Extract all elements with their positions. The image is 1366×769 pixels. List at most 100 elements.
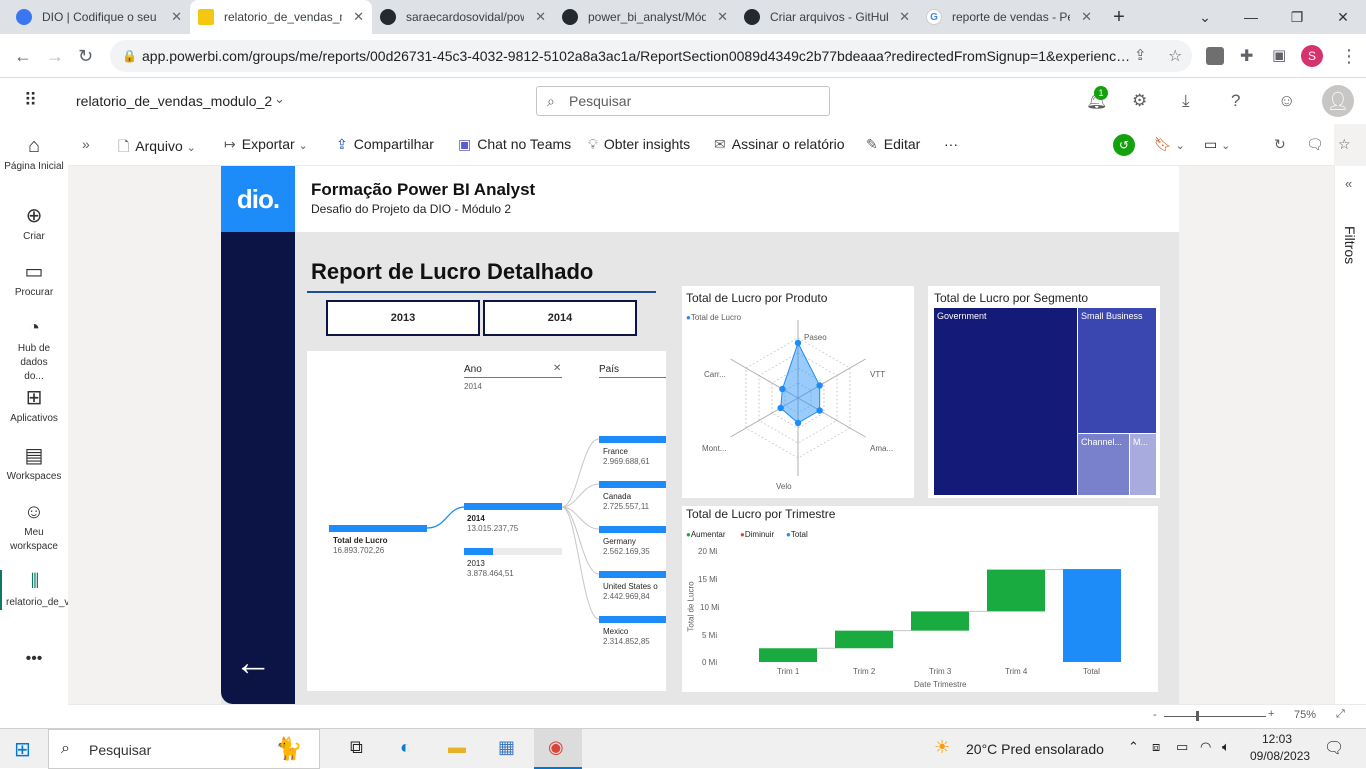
country-bar[interactable] — [599, 571, 666, 578]
zoom-out-icon[interactable]: - — [1153, 709, 1157, 721]
more-options-icon[interactable]: ··· — [944, 136, 958, 152]
treemap-chart[interactable]: Total de Lucro por Segmento Government S… — [928, 286, 1160, 498]
waterfall-chart[interactable]: Total de Lucro por Trimestre ●Aumentar ●… — [682, 506, 1158, 692]
extensions-puzzle-icon[interactable]: ✚ — [1240, 46, 1253, 66]
collapse-chevron-icon[interactable]: « — [1345, 176, 1352, 191]
minimize-button[interactable]: — — [1228, 0, 1274, 34]
nav-my-workspace[interactable]: ☺ Meu workspace — [0, 500, 68, 554]
back-arrow-icon[interactable]: ← — [234, 643, 272, 683]
year-2014-button[interactable]: 2014 — [483, 300, 637, 336]
radar-chart[interactable]: Total de Lucro por Produto ●Total de Luc… — [682, 286, 914, 498]
task-view-icon[interactable]: ⧉ — [350, 737, 363, 758]
search-input[interactable]: ⌕ Pesquisar — [536, 86, 830, 116]
close-tab-icon[interactable]: ✕ — [1081, 9, 1092, 25]
browser-menu-icon[interactable]: ⋮ — [1340, 46, 1358, 67]
chevron-down-icon[interactable]: ⌄ — [274, 91, 285, 107]
comment-icon[interactable]: 🗨︎ — [1306, 136, 1324, 153]
feedback-smiley-icon[interactable]: ☺ — [1278, 91, 1295, 111]
zoom-thumb[interactable] — [1196, 711, 1199, 721]
file-explorer-icon[interactable]: ▬ — [448, 737, 466, 758]
refresh-icon[interactable]: ↻ — [1274, 136, 1286, 153]
clear-filter-icon[interactable]: ✕ — [553, 363, 561, 374]
reload-icon[interactable]: ↻ — [78, 46, 93, 67]
decomposition-tree[interactable]: Ano ✕ 2014 País Total de Lucro 16.893.70… — [307, 351, 666, 691]
weather-text[interactable]: 20°C Pred ensolarado — [966, 741, 1104, 757]
network-icon[interactable]: ▭ — [1176, 739, 1188, 755]
chrome-taskbar-button[interactable]: ◉ — [534, 729, 582, 769]
settings-gear-icon[interactable]: ⚙ — [1132, 91, 1147, 111]
browser-tab-6[interactable]: Greporte de vendas - Pesquisa✕ — [918, 0, 1100, 34]
nav-workspaces[interactable]: ▤ Workspaces — [0, 444, 68, 484]
zoom-slider[interactable] — [1164, 716, 1266, 717]
close-window-button[interactable]: ✕ — [1320, 0, 1366, 34]
teams-chat-button[interactable]: ▣ Chat no Teams — [458, 136, 571, 153]
favorite-star-icon[interactable]: ☆ — [1338, 136, 1351, 153]
profile-avatar[interactable]: S — [1301, 45, 1323, 67]
country-bar[interactable] — [599, 616, 666, 623]
close-tab-icon[interactable]: ✕ — [171, 9, 182, 25]
close-tab-icon[interactable]: ✕ — [535, 9, 546, 25]
browser-tab-1[interactable]: DIO | Codifique o seu futuro✕ — [8, 0, 190, 34]
treemap-tile-small-business[interactable]: Small Business — [1078, 308, 1156, 433]
nav-data-hub[interactable]: ◔ Hub de dados do... — [0, 316, 68, 384]
edge-icon[interactable]: ◐ — [400, 737, 411, 758]
browser-tab-5[interactable]: Criar arquivos - GitHub ✕ — [736, 0, 918, 34]
help-icon[interactable]: ? — [1231, 91, 1240, 111]
nav-apps[interactable]: ⊞ Aplicativos — [0, 386, 68, 426]
country-bar[interactable] — [599, 436, 666, 443]
browser-tab-3[interactable]: saraecardosovidal/power_bi✕ — [372, 0, 554, 34]
browser-tab-2[interactable]: relatorio_de_vendas_modulo_2✕ — [190, 0, 372, 34]
side-panel-icon[interactable]: ▣ — [1272, 46, 1286, 64]
app-launcher-icon[interactable]: ⠿ — [24, 90, 38, 111]
account-avatar[interactable]: 👤︎ — [1322, 85, 1354, 117]
download-icon[interactable]: ⤓ — [1182, 91, 1190, 111]
more-options-icon[interactable]: ••• — [0, 651, 68, 667]
country-bar[interactable] — [599, 481, 666, 488]
reset-icon[interactable]: ↺ — [1113, 134, 1135, 156]
edit-button[interactable]: ✎ Editar — [866, 136, 920, 153]
export-menu-button[interactable]: ↦ Exportar ⌄ — [224, 136, 308, 153]
store-icon[interactable]: ▦ — [498, 737, 515, 758]
country-bar[interactable] — [599, 526, 666, 533]
year-2013-bar-track[interactable] — [464, 548, 562, 555]
fit-page-icon[interactable]: ⤢ — [1336, 708, 1345, 721]
browser-tab-4[interactable]: power_bi_analyst/Módulo 2✕ — [554, 0, 736, 34]
close-tab-icon[interactable]: ✕ — [717, 9, 728, 25]
new-tab-button[interactable]: + — [1096, 0, 1142, 34]
close-tab-icon[interactable]: ✕ — [353, 9, 364, 25]
bookmark-star-icon[interactable]: ☆ — [1168, 46, 1182, 66]
wifi-icon[interactable]: ◠ — [1200, 739, 1211, 755]
back-icon[interactable]: ← — [14, 46, 32, 67]
file-menu-button[interactable]: 🗋 Arquivo ⌄ — [118, 136, 196, 160]
extension-m-icon[interactable] — [1206, 47, 1224, 65]
share-icon[interactable]: ⇪ — [1134, 46, 1147, 64]
subscribe-button[interactable]: ✉ Assinar o relatório — [714, 136, 845, 153]
treemap-tile-government[interactable]: Government — [934, 308, 1077, 495]
view-icon[interactable]: ▭ ⌄ — [1204, 136, 1230, 153]
expand-chevron-icon[interactable]: » — [82, 136, 90, 152]
restore-button[interactable]: ❐ — [1274, 0, 1320, 34]
forward-icon[interactable]: → — [46, 46, 64, 67]
get-insights-button[interactable]: 💡︎ Obter insights — [588, 136, 690, 153]
nav-home[interactable]: ⌂ Página Inicial — [0, 134, 68, 174]
tray-icon[interactable]: ⧈ — [1152, 739, 1160, 755]
report-name[interactable]: relatorio_de_vendas_modulo_2 — [76, 93, 272, 109]
treemap-tile-midmarket[interactable]: M... — [1130, 434, 1156, 495]
tab-search-icon[interactable]: ⌄ — [1182, 0, 1228, 34]
nav-current-report[interactable]: ⫴ relatorio_de_vendas_... — [0, 570, 111, 610]
weather-icon[interactable]: ☀ — [934, 737, 950, 758]
filters-pane[interactable]: « Filtros — [1334, 166, 1366, 704]
year-2013-button[interactable]: 2013 — [326, 300, 480, 336]
volume-icon[interactable]: 🔈︎ — [1222, 739, 1230, 755]
notification-center-icon[interactable]: 🗨︎ — [1324, 738, 1344, 758]
share-button[interactable]: ⇪ Compartilhar — [336, 136, 434, 153]
treemap-tile-channel[interactable]: Channel... — [1078, 434, 1129, 495]
close-tab-icon[interactable]: ✕ — [899, 9, 910, 25]
nav-create[interactable]: ⊕ Criar — [0, 204, 68, 244]
taskbar-search[interactable]: ⌕ Pesquisar 🐈 — [48, 729, 320, 769]
year-2014-bar[interactable] — [464, 503, 562, 510]
clock-time[interactable]: 12:03 — [1262, 732, 1292, 746]
url-field[interactable]: 🔒 app.powerbi.com/groups/me/reports/00d26… — [110, 40, 1192, 72]
zoom-in-icon[interactable]: + — [1268, 708, 1274, 720]
tray-chevron-icon[interactable]: ⌃ — [1128, 739, 1139, 755]
